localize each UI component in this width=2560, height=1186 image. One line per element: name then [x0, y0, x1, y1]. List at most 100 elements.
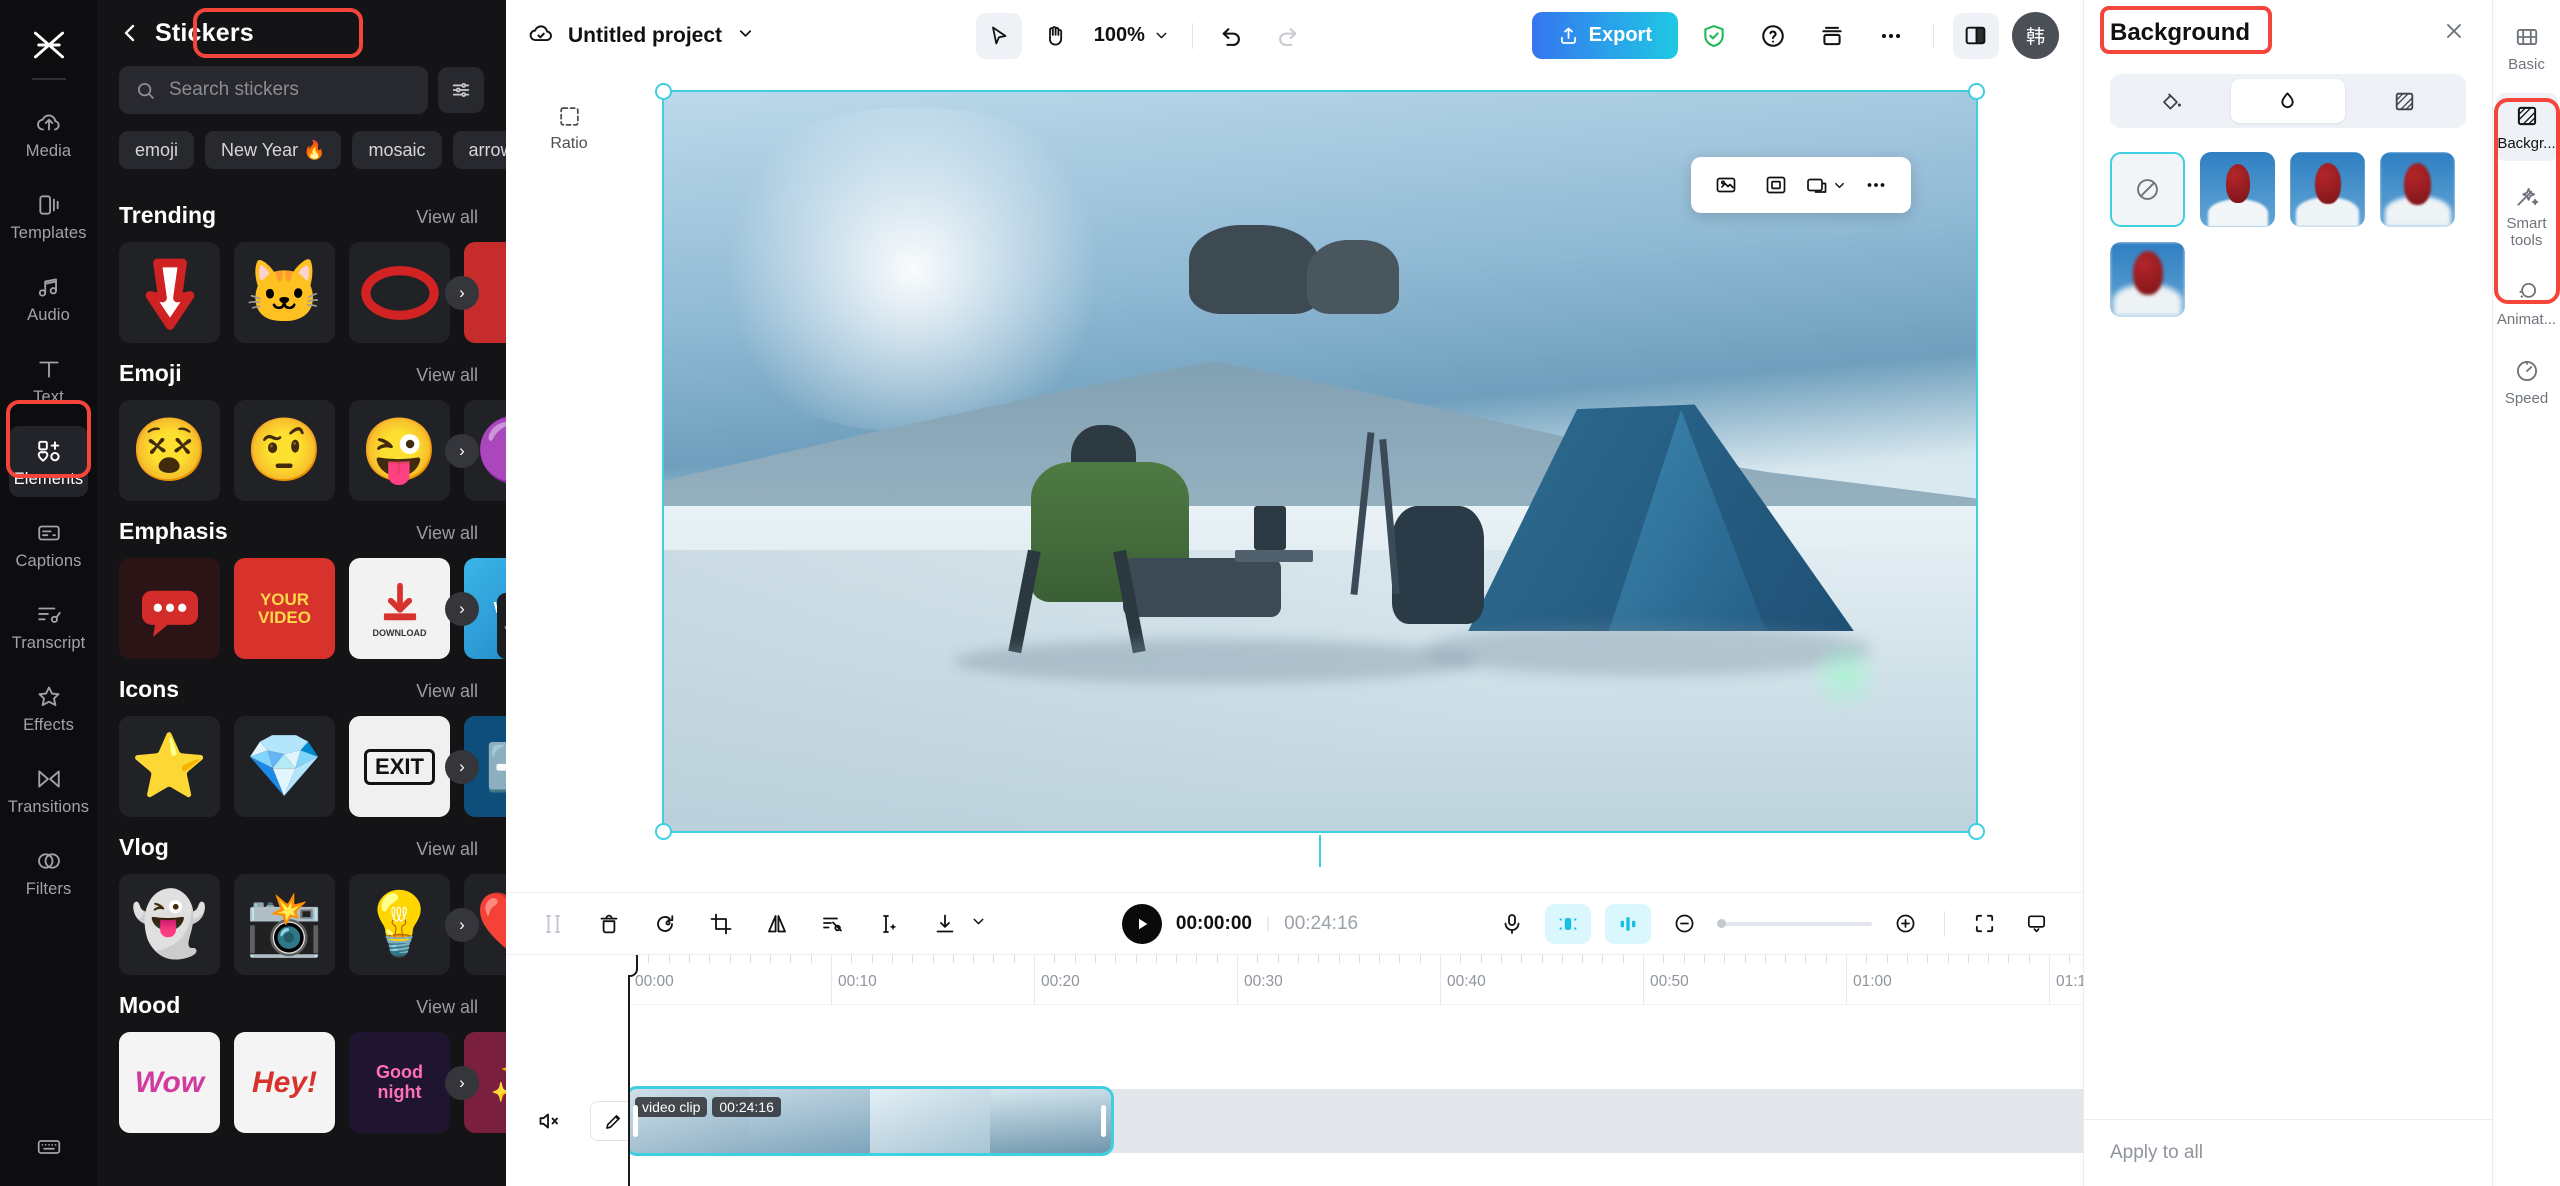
tool-background[interactable]: Backgr... [2495, 93, 2558, 161]
undo-button[interactable] [1209, 13, 1255, 59]
background-option-blur-4[interactable] [2110, 242, 2185, 317]
tab-color[interactable] [2115, 79, 2228, 123]
scroll-right-button[interactable]: › [445, 1065, 479, 1100]
resize-handle-bl[interactable] [655, 823, 672, 840]
chip-mosaic[interactable]: mosaic [352, 131, 442, 169]
sticker-tile[interactable]: YOUR VIDEO [234, 558, 335, 659]
sidebar-item-effects[interactable]: Effects [9, 672, 88, 743]
audio-wave-button[interactable] [1605, 903, 1651, 944]
add-to-canvas-button[interactable] [1705, 164, 1747, 206]
sticker-tile[interactable]: 💎 [234, 716, 335, 817]
tool-smart-tools[interactable]: Smart tools [2496, 173, 2558, 258]
chip-emoji[interactable]: emoji [119, 131, 195, 169]
download-caret[interactable] [970, 913, 987, 935]
sticker-tile[interactable]: 🐱 [234, 242, 335, 343]
capcut-logo[interactable] [21, 22, 77, 68]
slider-knob[interactable] [1717, 919, 1726, 928]
rotate-handle[interactable] [1319, 835, 1321, 867]
clip-trim-right[interactable] [1101, 1105, 1106, 1137]
sticker-tile[interactable]: Good night [349, 1032, 450, 1133]
sticker-tile[interactable]: Hey! [234, 1032, 335, 1133]
project-name[interactable]: Untitled project [568, 24, 722, 48]
fit-timeline-button[interactable] [1965, 905, 2003, 943]
resize-handle-br[interactable] [1968, 823, 1985, 840]
search-input[interactable]: Search stickers [119, 66, 428, 114]
freeze-button[interactable] [870, 905, 908, 943]
redo-button[interactable] [1265, 13, 1311, 59]
mirror-button[interactable] [758, 905, 796, 943]
sticker-tile[interactable]: 👻 [119, 874, 220, 975]
timeline-tracks[interactable]: 00:00 00:10 00:20 00:30 00:40 00:50 01:0… [628, 955, 2083, 1186]
fit-frame-button[interactable] [1755, 164, 1797, 206]
sticker-tile[interactable]: DOWNLOAD [349, 558, 450, 659]
sticker-tile[interactable]: Wow [119, 1032, 220, 1133]
tab-image[interactable] [2348, 79, 2461, 123]
sidebar-item-elements[interactable]: Elements [9, 426, 88, 497]
scroll-right-button[interactable]: › [445, 591, 479, 626]
download-clip-button[interactable] [926, 905, 964, 943]
view-all-link[interactable]: View all [416, 997, 478, 1018]
replace-media-button[interactable] [1805, 164, 1847, 206]
sidebar-item-audio[interactable]: Audio [9, 262, 88, 333]
view-all-link[interactable]: View all [416, 523, 478, 544]
sidebar-item-captions[interactable]: Captions [9, 508, 88, 579]
sticker-tile[interactable]: 😵 [119, 400, 220, 501]
background-option-blur-3[interactable] [2380, 152, 2455, 227]
ratio-button[interactable]: Ratio [532, 91, 606, 165]
canvas-more-button[interactable] [1855, 164, 1897, 206]
export-button[interactable]: Export [1531, 12, 1678, 59]
close-panel-button[interactable] [2442, 19, 2466, 48]
tab-blur[interactable] [2231, 79, 2345, 123]
archive-button[interactable] [1809, 13, 1855, 59]
crop-button[interactable] [702, 905, 740, 943]
chip-new-year[interactable]: New Year 🔥 [205, 131, 342, 169]
hand-tool-button[interactable] [1032, 13, 1078, 59]
sticker-tile[interactable]: 😜 [349, 400, 450, 501]
chip-arrow[interactable]: arrow [452, 131, 506, 169]
scroll-right-button[interactable]: › [445, 749, 479, 784]
zoom-control[interactable]: 100% [1088, 24, 1176, 47]
timeline[interactable]: 00:00 00:10 00:20 00:30 00:40 00:50 01:0… [506, 954, 2083, 1186]
split-button[interactable] [534, 905, 572, 943]
view-all-link[interactable]: View all [416, 839, 478, 860]
mute-track-button[interactable] [532, 1104, 566, 1138]
resize-handle-tl[interactable] [655, 83, 672, 100]
sticker-tile[interactable] [349, 242, 450, 343]
tool-animation[interactable]: Animat... [2496, 269, 2558, 336]
security-button[interactable] [1691, 13, 1737, 59]
play-button[interactable] [1121, 903, 1162, 944]
collapse-panel-handle[interactable]: ‹ [497, 593, 506, 659]
view-all-link[interactable]: View all [416, 365, 478, 386]
sidebar-item-media[interactable]: Media [9, 98, 88, 169]
background-option-blur-1[interactable] [2200, 152, 2275, 227]
chevron-down-icon[interactable] [736, 24, 755, 48]
sticker-tile[interactable]: 🤨 [234, 400, 335, 501]
clip-trim-left[interactable] [633, 1105, 638, 1137]
keyboard-shortcuts-button[interactable] [9, 1122, 88, 1168]
filter-button[interactable] [438, 67, 484, 113]
scroll-right-button[interactable]: › [445, 275, 479, 310]
tool-basic[interactable]: Basic [2496, 14, 2558, 81]
sidebar-item-text[interactable]: Text [9, 344, 88, 415]
background-option-blur-2[interactable] [2290, 152, 2365, 227]
background-option-none[interactable] [2110, 152, 2185, 227]
timeline-clip[interactable]: video clip 00:24:16 [628, 1086, 1114, 1156]
timeline-ruler[interactable]: 00:00 00:10 00:20 00:30 00:40 00:50 01:0… [628, 955, 2083, 1005]
sidebar-item-filters[interactable]: Filters [9, 836, 88, 907]
back-button[interactable] [111, 14, 149, 52]
sidebar-item-templates[interactable]: Templates [9, 180, 88, 251]
sticker-tile[interactable]: 📸 [234, 874, 335, 975]
sidebar-item-transcript[interactable]: Transcript [9, 590, 88, 661]
sticker-tile[interactable] [119, 242, 220, 343]
delete-button[interactable] [590, 905, 628, 943]
help-button[interactable] [1750, 13, 1796, 59]
layout-toggle-button[interactable] [1952, 12, 1999, 59]
sticker-tile[interactable] [119, 558, 220, 659]
timeline-zoom-slider[interactable] [1717, 919, 1872, 928]
cloud-check-icon[interactable] [528, 20, 554, 51]
microphone-button[interactable] [1493, 905, 1531, 943]
video-track[interactable]: video clip 00:24:16 [628, 1086, 2083, 1156]
select-tool-button[interactable] [975, 12, 1022, 59]
auto-caption-button[interactable] [1545, 903, 1591, 944]
scroll-right-button[interactable]: › [445, 433, 479, 468]
